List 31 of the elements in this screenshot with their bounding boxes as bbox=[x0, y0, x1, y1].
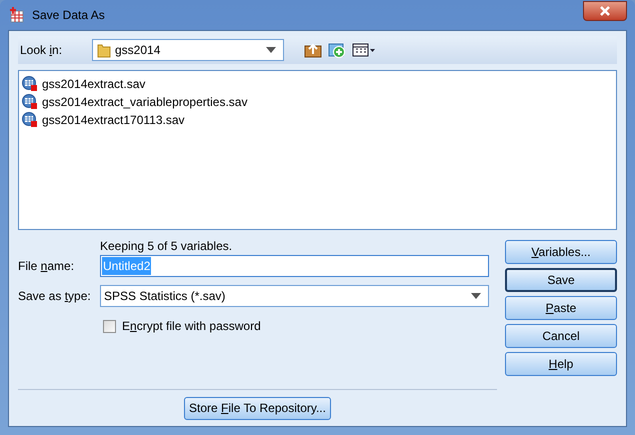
window-title: Save Data As bbox=[32, 7, 105, 24]
file-item[interactable]: gss2014extract170113.sav bbox=[41, 111, 186, 129]
encrypt-label: Encrypt file with password bbox=[122, 318, 261, 335]
dropdown-arrow-icon bbox=[471, 293, 481, 299]
data-file-icon bbox=[22, 94, 38, 110]
dialog-button[interactable]: Save bbox=[505, 268, 617, 292]
data-file-icon bbox=[22, 76, 38, 92]
dialog-button[interactable]: Variables... bbox=[505, 240, 617, 264]
view-menu-icon[interactable] bbox=[352, 43, 376, 57]
new-folder-icon[interactable] bbox=[328, 41, 346, 59]
encrypt-checkbox[interactable] bbox=[103, 320, 116, 332]
look-in-label: Look in: bbox=[20, 42, 64, 59]
dialog-button[interactable]: Paste bbox=[505, 296, 617, 320]
data-file-icon bbox=[22, 112, 38, 128]
app-icon bbox=[8, 6, 26, 24]
folder-icon bbox=[97, 42, 111, 58]
dialog-button[interactable]: Cancel bbox=[505, 324, 617, 348]
file-name-label: File name: bbox=[18, 258, 76, 275]
folder-name: gss2014 bbox=[115, 42, 162, 59]
dropdown-arrow-icon bbox=[266, 47, 276, 53]
close-icon bbox=[599, 6, 611, 16]
save-as-type-label: Save as type: bbox=[18, 288, 92, 305]
file-item[interactable]: gss2014extract.sav bbox=[41, 75, 146, 93]
file-item[interactable]: gss2014extract_variableproperties.sav bbox=[41, 93, 248, 111]
dialog-button[interactable]: Help bbox=[505, 352, 617, 376]
look-in-dropdown[interactable]: gss2014 bbox=[92, 39, 284, 61]
keeping-note: Keeping 5 of 5 variables. bbox=[100, 238, 234, 252]
store-file-to-repository-button[interactable]: Store File To Repository... bbox=[184, 396, 331, 420]
folder-up-icon[interactable] bbox=[304, 42, 322, 58]
close-button[interactable] bbox=[583, 1, 627, 21]
save-as-type-dropdown[interactable]: SPSS Statistics (*.sav) bbox=[100, 285, 489, 307]
